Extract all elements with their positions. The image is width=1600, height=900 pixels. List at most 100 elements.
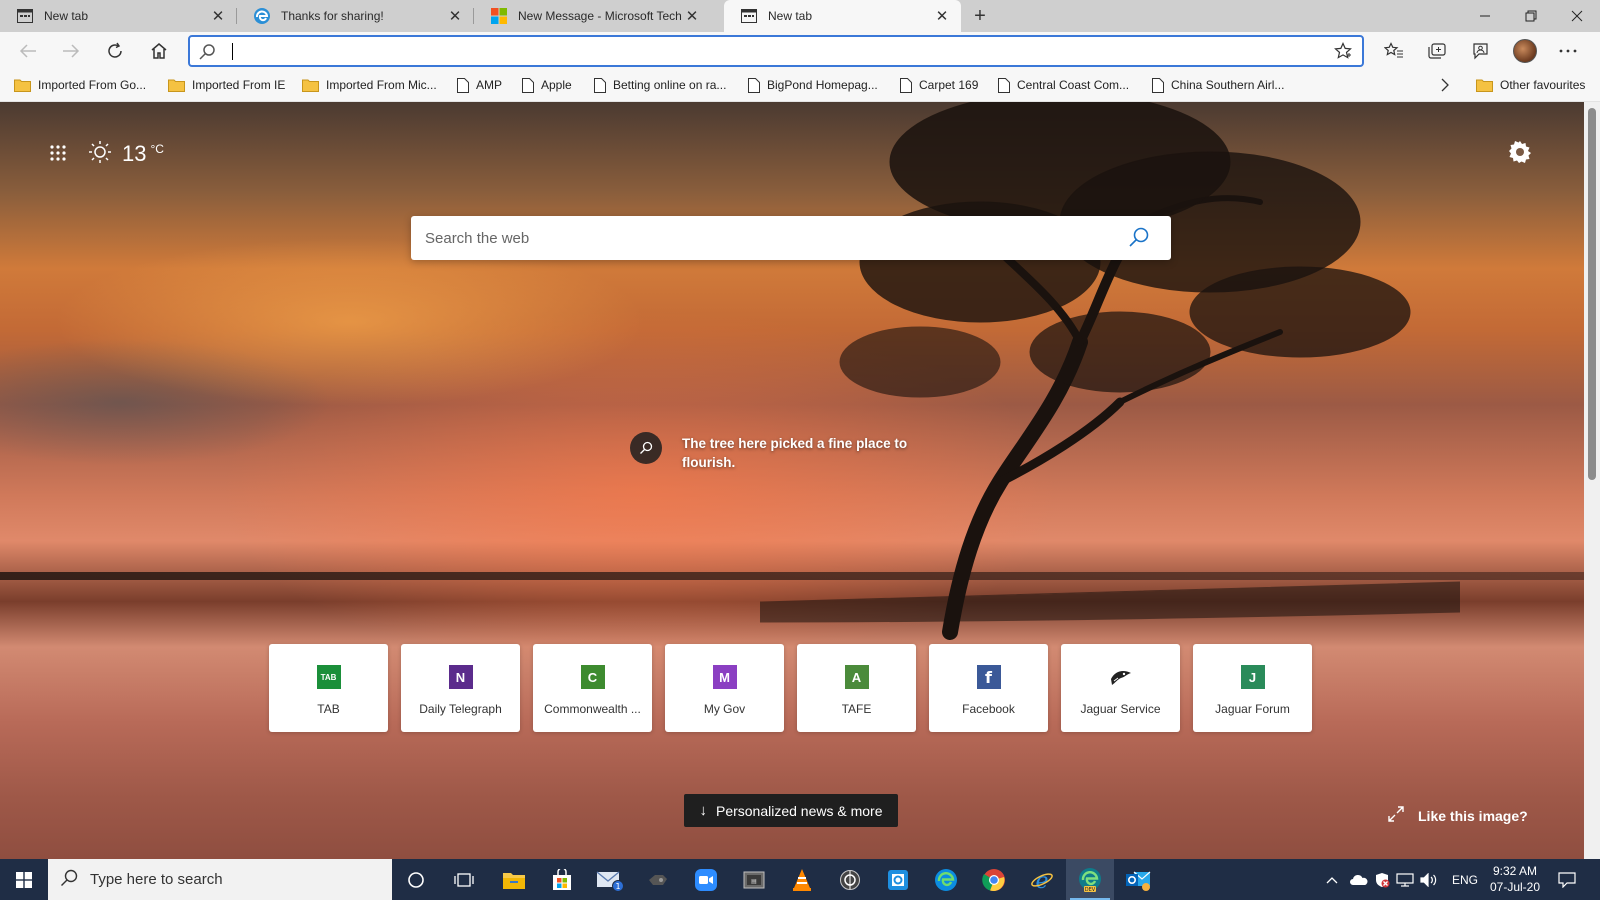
favorite-link[interactable]: Central Coast Com...: [998, 75, 1129, 95]
outlook-web-icon[interactable]: [874, 859, 922, 900]
notification-center-icon[interactable]: [1558, 859, 1576, 900]
other-favourites-folder[interactable]: Other favourites: [1476, 75, 1585, 95]
media-app-icon[interactable]: ▤: [730, 859, 778, 900]
file-explorer-icon[interactable]: [490, 859, 538, 900]
taskbar-search-placeholder: Type here to search: [90, 871, 223, 888]
scrollbar-thumb[interactable]: [1588, 108, 1596, 480]
tab-label: New tab: [768, 9, 813, 23]
favorites-overflow-chevron-icon[interactable]: [1440, 75, 1450, 95]
collections-button[interactable]: [1420, 35, 1454, 67]
quick-link-label: Daily Telegraph: [419, 702, 502, 716]
quick-link-my-gov[interactable]: M My Gov: [665, 644, 784, 732]
favorite-folder[interactable]: Imported From IE: [168, 75, 285, 95]
close-tab-icon[interactable]: ✕: [683, 7, 701, 25]
page-icon: [1152, 77, 1164, 93]
refresh-button[interactable]: [99, 35, 131, 67]
internet-explorer-icon[interactable]: e: [1018, 859, 1066, 900]
quick-link-daily-telegraph[interactable]: N Daily Telegraph: [401, 644, 520, 732]
favorite-link[interactable]: Apple: [522, 75, 572, 95]
favorite-label: Carpet 169: [919, 78, 979, 92]
more-options-button[interactable]: [1551, 35, 1585, 67]
personalized-news-button[interactable]: ↓ Personalized news & more: [684, 794, 898, 827]
tab-site-icon: TAB: [315, 664, 342, 690]
expand-icon: [1388, 806, 1404, 825]
app-launcher-icon[interactable]: [49, 144, 69, 164]
security-alert-icon[interactable]: [1374, 859, 1390, 900]
tab-label: New Message - Microsoft Tech C: [518, 9, 683, 23]
quick-link-jaguar-forum[interactable]: J Jaguar Forum: [1193, 644, 1312, 732]
minimize-button[interactable]: [1462, 0, 1508, 32]
quick-link-label: TAB: [317, 702, 340, 716]
tab-thanks-for-sharing[interactable]: Thanks for sharing! ✕: [237, 0, 474, 32]
close-tab-icon[interactable]: ✕: [933, 7, 951, 25]
image-caption[interactable]: The tree here picked a fine place to flo…: [630, 432, 922, 472]
address-bar[interactable]: [188, 35, 1364, 67]
favorite-folder[interactable]: Imported From Mic...: [302, 75, 437, 95]
quick-link-jaguar-service[interactable]: Jaguar Service: [1061, 644, 1180, 732]
favorite-folder[interactable]: Imported From Go...: [14, 75, 146, 95]
favorite-label: China Southern Airl...: [1171, 78, 1285, 92]
new-tab-page-background: 13 °C The tree here picked a fine place …: [0, 102, 1584, 859]
search-icon[interactable]: [1127, 226, 1151, 253]
folder-icon: [1476, 79, 1493, 92]
outlook-icon[interactable]: [1114, 859, 1162, 900]
edge-dev-icon[interactable]: DEV: [1066, 859, 1114, 900]
page-settings-gear-icon[interactable]: [1508, 140, 1534, 166]
volume-icon[interactable]: [1420, 859, 1438, 900]
favorite-link[interactable]: Betting online on ra...: [594, 75, 726, 95]
folder-icon: [302, 79, 319, 92]
favorite-label: Other favourites: [1500, 78, 1586, 92]
quick-link-tab[interactable]: TAB TAB: [269, 644, 388, 732]
quick-link-commonwealth[interactable]: C Commonwealth ...: [533, 644, 652, 732]
favorite-link[interactable]: BigPond Homepag...: [748, 75, 878, 95]
gaming-app-icon[interactable]: [634, 859, 682, 900]
chrome-icon[interactable]: [970, 859, 1018, 900]
tab-new-tab-active[interactable]: New tab ✕: [724, 0, 961, 32]
taskbar-search-box[interactable]: Type here to search: [48, 859, 392, 900]
vlc-icon[interactable]: [778, 859, 826, 900]
network-icon[interactable]: [1396, 859, 1414, 900]
web-search-box[interactable]: [411, 216, 1171, 260]
forward-button[interactable]: [55, 35, 87, 67]
profile-button[interactable]: [1508, 35, 1542, 67]
page-icon: [457, 77, 469, 93]
close-tab-icon[interactable]: ✕: [446, 7, 464, 25]
favorite-link[interactable]: Carpet 169: [900, 75, 978, 95]
address-input[interactable]: [234, 41, 1294, 63]
restore-button[interactable]: [1508, 0, 1554, 32]
tab-new-tab-1[interactable]: New tab ✕: [0, 0, 237, 32]
zoom-icon[interactable]: [682, 859, 730, 900]
like-image-link[interactable]: Like this image?: [1388, 806, 1528, 825]
favorite-star-icon[interactable]: [1334, 42, 1352, 63]
weather-widget[interactable]: 13 °C: [88, 140, 164, 167]
tab-new-message[interactable]: New Message - Microsoft Tech C ✕: [474, 0, 711, 32]
windows-start-icon[interactable]: [0, 859, 48, 900]
edge-icon[interactable]: [922, 859, 970, 900]
microsoft-store-icon[interactable]: [538, 859, 586, 900]
onedrive-icon[interactable]: [1350, 859, 1368, 900]
quick-link-tafe[interactable]: A TAFE: [797, 644, 916, 732]
quick-link-label: Jaguar Service: [1080, 702, 1161, 716]
svg-text:e: e: [1035, 869, 1048, 892]
close-window-button[interactable]: [1554, 0, 1600, 32]
network-utility-icon[interactable]: [826, 859, 874, 900]
back-button[interactable]: [12, 35, 44, 67]
system-clock[interactable]: 9:32 AM 07-Jul-20: [1470, 863, 1560, 895]
vertical-scrollbar[interactable]: [1584, 102, 1600, 859]
mail-icon[interactable]: 1: [586, 859, 634, 900]
cortana-icon[interactable]: [392, 859, 440, 900]
new-tab-button[interactable]: +: [967, 4, 993, 28]
news-button-label: Personalized news & more: [715, 802, 883, 819]
show-hidden-icons-chevron-icon[interactable]: [1326, 859, 1338, 900]
favorite-label: Imported From Mic...: [326, 78, 437, 92]
favorite-link[interactable]: China Southern Airl...: [1152, 75, 1284, 95]
quick-link-facebook[interactable]: f Facebook: [929, 644, 1048, 732]
favorite-link[interactable]: AMP: [457, 75, 502, 95]
web-search-input[interactable]: [425, 226, 1105, 250]
task-view-icon[interactable]: [440, 859, 488, 900]
feedback-button[interactable]: [1463, 35, 1497, 67]
close-tab-icon[interactable]: ✕: [209, 7, 227, 25]
home-button[interactable]: [143, 35, 175, 67]
weather-unit: °C: [150, 141, 164, 156]
favorites-button[interactable]: [1377, 35, 1411, 67]
